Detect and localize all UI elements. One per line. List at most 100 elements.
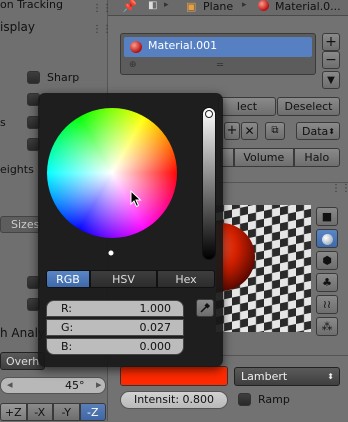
decrement-arrow-icon[interactable]: ◂: [7, 378, 13, 391]
diffuse-color-fill: [121, 367, 227, 385]
tab-hsv[interactable]: HSV: [90, 270, 157, 288]
tab-rgb[interactable]: RGB: [46, 270, 90, 288]
minus-icon: −: [325, 52, 337, 68]
tab-volume[interactable]: Volume: [234, 148, 294, 167]
material-breadcrumb: Material.0...: [275, 0, 341, 13]
sharp-label: Sharp: [47, 71, 80, 84]
tracking-header: on Tracking: [0, 0, 63, 11]
data-dropdown[interactable]: Data ⬍: [296, 122, 340, 140]
select-button[interactable]: lect: [218, 97, 276, 116]
preview-type-column: ■ ⬢ ♣ ≀≀ ⁂: [316, 207, 338, 336]
object-name: Plane: [203, 0, 234, 13]
diffuse-color-swatch[interactable]: [120, 366, 228, 386]
slot-specials-button[interactable]: ▼: [322, 71, 340, 89]
material-sphere-icon: [130, 41, 142, 53]
color-picker-popup: RGB HSV Hex R: 1.000 G: 0.027 B: 0.000: [38, 93, 223, 367]
pin-icon[interactable]: 📌: [122, 0, 137, 13]
overhang-label: Overh: [6, 355, 40, 368]
material-slot-list: Material.001 ⊕ ═: [120, 33, 316, 75]
cube-icon: ⬢: [322, 254, 332, 267]
cube-icon: ▣: [186, 0, 197, 13]
material-sphere-icon: [258, 0, 269, 11]
eyedropper-icon: [200, 302, 211, 313]
deselect-label: Deselect: [284, 100, 333, 113]
add-icon[interactable]: ⊕: [129, 60, 137, 70]
spheres-icon: ⁂: [321, 320, 333, 333]
copy-icon: ⧉: [271, 125, 279, 136]
sizes-field[interactable]: Sizes: [0, 216, 40, 233]
scene-icon: ◧: [148, 0, 158, 11]
weights-label: eights: [0, 163, 34, 176]
fake-user-button[interactable]: ⧉: [265, 122, 285, 140]
axis-neg-x-button[interactable]: -X: [26, 403, 53, 421]
close-icon: ✕: [244, 124, 255, 138]
brightness-slider[interactable]: [202, 107, 216, 260]
chevron-up-down-icon: ⬍: [327, 372, 334, 381]
hair-preview-button[interactable]: ≀≀: [316, 295, 338, 314]
blue-slider[interactable]: B: 0.000: [46, 338, 184, 355]
chevron-right-icon: ▸: [164, 0, 169, 10]
increment-arrow-icon[interactable]: ▸: [96, 378, 102, 391]
material-preview: [216, 205, 311, 332]
red-slider[interactable]: R: 1.000: [46, 300, 184, 317]
green-value: 0.027: [139, 321, 172, 334]
remove-slot-button[interactable]: −: [322, 51, 340, 69]
world-preview-button[interactable]: ⁂: [316, 317, 338, 336]
axis-button-row: +Z -X -Y -Z: [0, 403, 106, 421]
sphere-preview-button[interactable]: [316, 229, 338, 248]
brightness-handle[interactable]: [205, 110, 213, 118]
select-label: lect: [236, 100, 258, 113]
tab-halo[interactable]: Halo: [293, 148, 340, 167]
monkey-preview-button[interactable]: ♣: [316, 273, 338, 292]
intensity-label: Intensit: 0.800: [133, 393, 215, 406]
plus-icon: +: [325, 34, 337, 50]
axis-neg-z-button[interactable]: -Z: [79, 403, 106, 421]
cube-preview-button[interactable]: ⬢: [316, 251, 338, 270]
sphere-preview-icon: [321, 233, 333, 245]
hair-icon: ≀≀: [322, 298, 332, 311]
add-slot-button[interactable]: +: [322, 33, 340, 51]
material-slot-item[interactable]: Material.001: [124, 37, 312, 57]
label-fragment: s: [0, 116, 6, 129]
plus-icon: +: [226, 123, 238, 138]
color-wheel[interactable]: [47, 108, 177, 257]
tab-hex[interactable]: Hex: [157, 270, 215, 288]
resize-handle-icon[interactable]: ═: [217, 60, 223, 71]
diffuse-shader-dropdown[interactable]: Lambert ⬍: [234, 367, 340, 386]
chevron-up-down-icon: ⬍: [328, 127, 335, 136]
blue-label: B:: [61, 340, 73, 353]
unlink-button[interactable]: ✕: [241, 122, 258, 140]
green-label: G:: [61, 321, 74, 334]
diffuse-shader-label: Lambert: [241, 370, 288, 383]
ramp-label: Ramp: [258, 393, 290, 406]
axis-neg-y-button[interactable]: -Y: [53, 403, 80, 421]
display-header: isplay: [0, 20, 35, 34]
wheel-cursor[interactable]: [107, 249, 115, 257]
chevron-right-icon: ▸: [242, 0, 247, 10]
square-icon: ■: [321, 210, 333, 223]
context-breadcrumb: 📌 ◧ ▸ ▣ Plane ▸ Material.0...: [108, 0, 348, 16]
drag-handle-icon[interactable]: ⋮⋮: [331, 183, 348, 194]
material-type-tabs: Volume Halo: [220, 148, 340, 167]
material-slot-name: Material.001: [148, 39, 218, 52]
data-label: Data: [302, 125, 329, 138]
eyedropper-button[interactable]: [196, 299, 214, 317]
checker-background: [216, 205, 311, 332]
new-material-button[interactable]: +: [224, 122, 240, 140]
sharp-checkbox[interactable]: [27, 71, 40, 84]
deselect-button[interactable]: Deselect: [277, 97, 340, 116]
green-slider[interactable]: G: 0.027: [46, 319, 184, 336]
axis-pos-z-button[interactable]: +Z: [0, 403, 27, 421]
chevron-down-icon: ▼: [327, 75, 335, 86]
blue-value: 0.000: [139, 340, 172, 353]
divider: [218, 355, 348, 356]
diffuse-intensity-slider[interactable]: Intensit: 0.800: [120, 391, 228, 409]
divider: [218, 182, 348, 183]
angle-field[interactable]: ◂ 45° ▸: [0, 377, 106, 394]
mouse-pointer-icon: [130, 190, 142, 208]
sizes-label: Sizes: [11, 218, 40, 231]
ramp-checkbox[interactable]: [238, 393, 251, 406]
angle-value: 45°: [65, 379, 85, 392]
monkey-icon: ♣: [322, 276, 332, 289]
flat-preview-button[interactable]: ■: [316, 207, 338, 226]
